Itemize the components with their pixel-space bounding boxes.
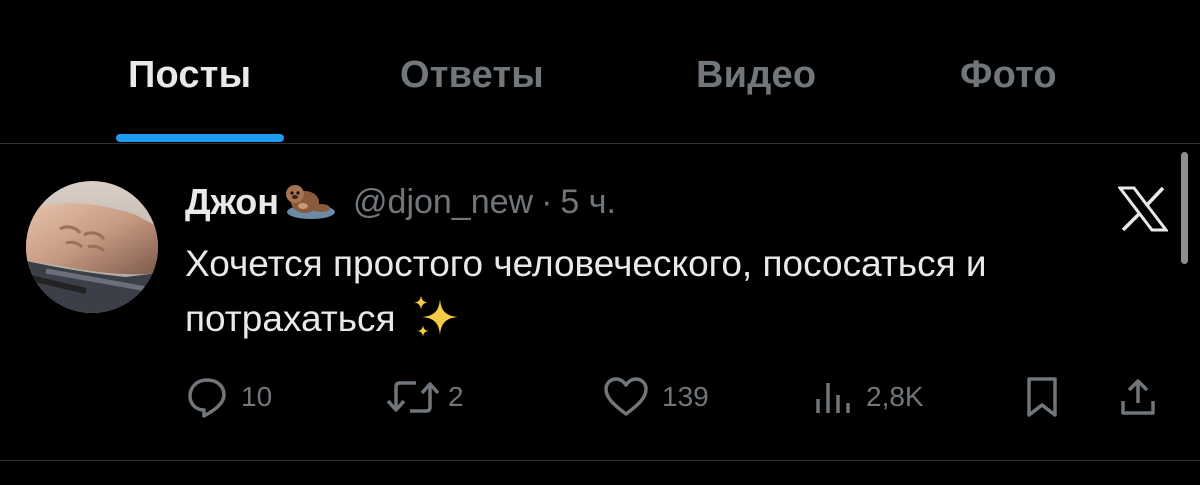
tab-videos[interactable]: Видео bbox=[696, 54, 816, 97]
tab-replies[interactable]: Ответы bbox=[400, 54, 544, 97]
views-count: 2,8K bbox=[866, 381, 924, 412]
profile-feed: Посты Ответы Видео Фото Джон @djon_new ·… bbox=[0, 0, 1200, 485]
tab-posts[interactable]: Посты bbox=[128, 54, 251, 97]
repost-button[interactable]: 2 bbox=[384, 372, 464, 422]
reply-icon bbox=[188, 378, 226, 418]
repost-count: 2 bbox=[448, 381, 464, 412]
active-tab-indicator bbox=[116, 134, 284, 142]
avatar[interactable] bbox=[26, 181, 158, 313]
avatar-image bbox=[26, 181, 158, 313]
bookmark-icon bbox=[1027, 377, 1057, 417]
repost-icon bbox=[386, 381, 440, 413]
views-button[interactable]: 2,8K bbox=[814, 372, 924, 422]
post-header: Джон @djon_new · 5 ч. bbox=[185, 180, 616, 224]
scrollbar[interactable] bbox=[1181, 152, 1188, 264]
like-count: 139 bbox=[662, 381, 709, 412]
post-text: Хочется простого человеческого, пососать… bbox=[185, 243, 987, 339]
heart-icon bbox=[604, 377, 648, 416]
otter-emoji-icon bbox=[281, 182, 337, 222]
tab-photos[interactable]: Фото bbox=[960, 54, 1057, 97]
analytics-icon bbox=[816, 383, 850, 413]
share-button[interactable] bbox=[1118, 372, 1158, 422]
reply-count: 10 bbox=[241, 381, 273, 412]
sparkles-emoji-icon bbox=[410, 293, 462, 341]
display-name[interactable]: Джон bbox=[185, 181, 279, 223]
header-separator: · bbox=[541, 182, 553, 221]
like-button[interactable]: 139 bbox=[602, 372, 709, 422]
share-icon bbox=[1121, 379, 1155, 415]
profile-tabs: Посты Ответы Видео Фото bbox=[0, 0, 1200, 144]
user-handle[interactable]: @djon_new bbox=[353, 183, 533, 222]
x-logo-icon[interactable] bbox=[1116, 186, 1170, 232]
post[interactable]: Джон @djon_new · 5 ч. Хочется простого ч… bbox=[0, 144, 1200, 461]
reply-button[interactable]: 10 bbox=[185, 372, 272, 422]
bookmark-button[interactable] bbox=[1024, 372, 1060, 422]
post-body: Хочется простого человеческого, пососать… bbox=[185, 236, 1165, 346]
post-timestamp[interactable]: 5 ч. bbox=[560, 183, 616, 222]
